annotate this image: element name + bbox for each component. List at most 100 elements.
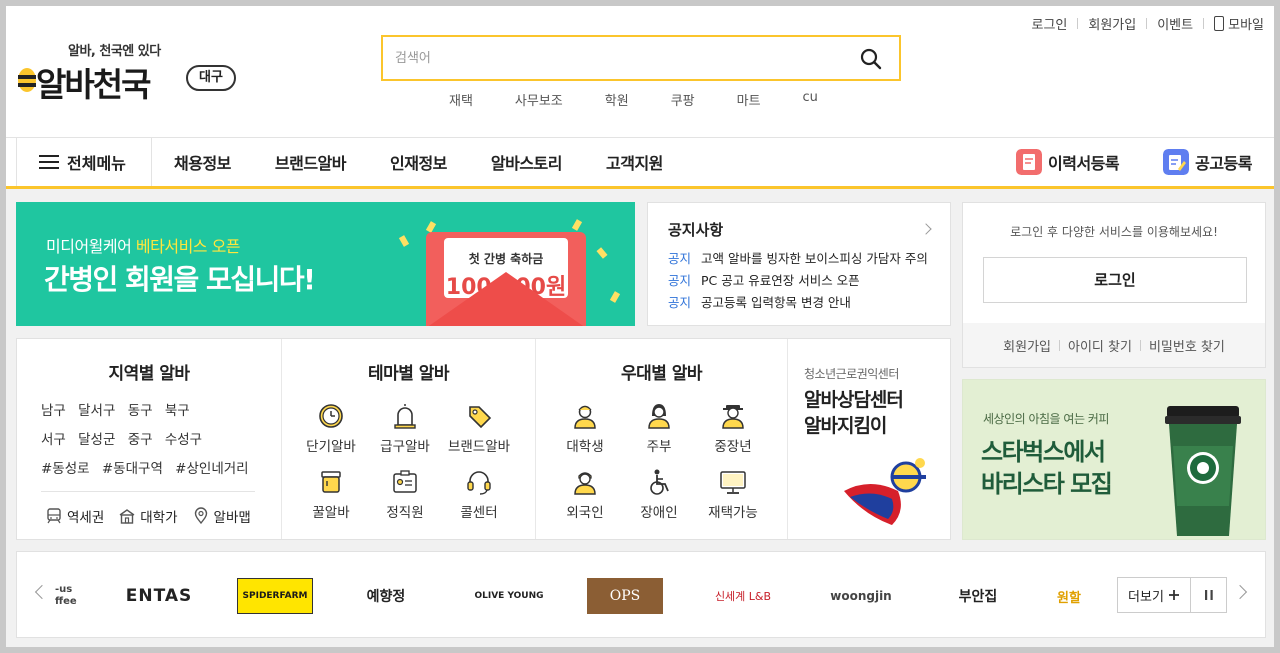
theme-item-brand[interactable]: 브랜드알바	[442, 401, 516, 455]
event-link[interactable]: 이벤트	[1157, 14, 1193, 33]
search-input[interactable]	[395, 46, 835, 70]
hashtag-link[interactable]: #동대구역	[102, 461, 163, 477]
theme-item-callcenter[interactable]: 콜센터	[442, 467, 516, 521]
perk-item-remote[interactable]: 재택가능	[696, 467, 770, 521]
region-link[interactable]: 서구	[41, 432, 66, 448]
bee-icon	[18, 68, 36, 92]
keyword-link[interactable]: 마트	[737, 90, 761, 109]
region-link[interactable]: 남구	[41, 403, 66, 419]
find-id-link[interactable]: 아이디 찾기	[1068, 336, 1132, 355]
perk-item-homemaker[interactable]: 주부	[622, 401, 696, 455]
brand-logo[interactable]: SPIDERFARM	[237, 578, 313, 614]
labor-center-banner[interactable]: 청소년근로권익센터 알바상담센터 알바지킴이	[788, 339, 950, 539]
chevron-left-icon[interactable]	[34, 584, 50, 600]
region-link[interactable]: 북구	[165, 403, 190, 419]
preference-jobs: 우대별 알바 대학생 주부 중장년 외국인 장애인 재택가능	[536, 339, 788, 539]
confetti	[571, 219, 583, 231]
nav-item-talent[interactable]: 인재정보	[390, 150, 447, 174]
brand-logo[interactable]: 부안집	[943, 578, 1013, 614]
brand-logo[interactable]: 신세계 L&B	[705, 578, 781, 614]
mobile-link[interactable]: 모바일	[1228, 14, 1264, 33]
notice-text: PC 공고 유료연장 서비스 오픈	[701, 273, 860, 288]
starbucks-title-line1: 스타벅스에서	[981, 438, 1106, 466]
search-box	[381, 35, 901, 81]
notice-item[interactable]: 공지 고액 알바를 빙자한 보이스피싱 가담자 주의	[668, 248, 930, 270]
notice-item[interactable]: 공지 공고등록 입력항목 변경 안내	[668, 292, 930, 314]
divider	[1203, 18, 1205, 29]
notice-tag: 공지	[668, 251, 692, 266]
school-icon	[119, 509, 135, 524]
nav-item-brand[interactable]: 브랜드알바	[275, 150, 347, 174]
find-password-link[interactable]: 비밀번호 찾기	[1149, 336, 1225, 355]
region-link[interactable]: 수성구	[165, 432, 202, 448]
brand-logo[interactable]: 예향정	[361, 578, 411, 614]
login-message: 로그인 후 다양한 서비스를 이용해보세요!	[1010, 225, 1218, 239]
hamburger-icon	[39, 155, 59, 169]
theme-jobs: 테마별 알바 단기알바 급구알바 브랜드알바 꿀알바 정직원 콜센터	[282, 339, 536, 539]
job-map-link[interactable]: 알바맵	[192, 506, 251, 526]
region-link[interactable]: 중구	[128, 432, 153, 448]
pause-button[interactable]	[1191, 577, 1227, 613]
theme-item-fulltime[interactable]: 정직원	[368, 467, 442, 521]
station-area-link[interactable]: 역세권	[45, 506, 104, 526]
signup-link[interactable]: 회원가입	[1088, 14, 1136, 33]
nav-item-story[interactable]: 알바스토리	[491, 150, 563, 174]
perk-item-label: 장애인	[640, 505, 678, 521]
resume-register-button[interactable]: 이력서등록	[1016, 149, 1120, 175]
theme-item-honey[interactable]: 꿀알바	[294, 467, 368, 521]
starbucks-banner[interactable]: 세상인의 아침을 여는 커피 스타벅스에서 바리스타 모집	[962, 379, 1266, 540]
login-link[interactable]: 로그인	[1031, 14, 1067, 33]
perk-item-middle-aged[interactable]: 중장년	[696, 401, 770, 455]
logo-slogan: 알바, 천국엔 있다	[68, 44, 161, 59]
theme-item-urgent[interactable]: 급구알바	[368, 401, 442, 455]
nav-item-support[interactable]: 고객지원	[606, 150, 663, 174]
divider	[1077, 18, 1079, 29]
perk-item-disabled[interactable]: 장애인	[622, 467, 696, 521]
notice-title[interactable]: 공지사항	[668, 219, 930, 240]
more-button[interactable]: 더보기	[1117, 577, 1191, 613]
brand-logo[interactable]: OPS	[587, 578, 663, 614]
nav-item-jobs[interactable]: 채용정보	[174, 150, 231, 174]
notice-text: 고액 알바를 빙자한 보이스피싱 가담자 주의	[701, 251, 928, 266]
search-icon[interactable]	[859, 47, 883, 71]
all-menu-button[interactable]: 전체메뉴	[16, 138, 152, 186]
theme-grid: 단기알바 급구알바 브랜드알바 꿀알바 정직원 콜센터	[294, 401, 516, 521]
region-link[interactable]: 달서구	[78, 403, 115, 419]
theme-item-label: 브랜드알바	[447, 439, 511, 455]
hero-mascot-graphic	[844, 458, 926, 525]
signup-link[interactable]: 회원가입	[1003, 336, 1051, 355]
region-link[interactable]: 달성군	[78, 432, 115, 448]
siren-icon	[394, 404, 416, 429]
region-link[interactable]: 동구	[128, 403, 153, 419]
carer-banner[interactable]: 미디어윌케어 베타서비스 오픈 간병인 회원을 모십니다! 첫 간병 축하금 1…	[16, 202, 635, 326]
keyword-link[interactable]: cu	[803, 90, 818, 109]
brand-logo[interactable]: woongjin	[823, 578, 899, 614]
region-badge[interactable]: 대구	[186, 65, 236, 91]
post-register-button[interactable]: 공고등록	[1163, 149, 1252, 175]
hashtag-link[interactable]: #동성로	[41, 461, 90, 477]
perk-item-student[interactable]: 대학생	[548, 401, 622, 455]
login-box: 로그인 후 다양한 서비스를 이용해보세요! 로그인 회원가입 아이디 찾기 비…	[962, 202, 1266, 368]
main-nav: 전체메뉴 채용정보 브랜드알바 인재정보 알바스토리 고객지원 이력서등록 공고…	[6, 137, 1274, 189]
notice-text: 공고등록 입력항목 변경 안내	[701, 295, 851, 310]
login-button[interactable]: 로그인	[983, 257, 1247, 303]
brand-logo[interactable]: 원할	[1057, 578, 1117, 614]
brand-logo[interactable]: ENTAS	[121, 578, 197, 614]
theme-item-short-term[interactable]: 단기알바	[294, 401, 368, 455]
chevron-right-icon[interactable]	[1232, 584, 1248, 600]
notice-item[interactable]: 공지 PC 공고 유료연장 서비스 오픈	[668, 270, 930, 292]
brand-logo[interactable]: OLIVE YOUNG	[473, 578, 545, 614]
confetti	[596, 247, 608, 259]
keyword-link[interactable]: 쿠팡	[671, 90, 695, 109]
keyword-link[interactable]: 학원	[605, 90, 629, 109]
keyword-link[interactable]: 재택	[449, 90, 473, 109]
divider	[1059, 339, 1060, 351]
brand-logo[interactable]: -us ffee	[55, 578, 85, 614]
hashtag-link[interactable]: #상인네거리	[175, 461, 248, 477]
divider	[41, 491, 255, 492]
perk-item-label: 대학생	[566, 439, 604, 455]
perk-item-foreigner[interactable]: 외국인	[548, 467, 622, 521]
university-area-link[interactable]: 대학가	[118, 506, 178, 526]
site-logo[interactable]: 알바, 천국엔 있다 알바천국 대구	[16, 38, 256, 108]
keyword-link[interactable]: 사무보조	[515, 90, 563, 109]
